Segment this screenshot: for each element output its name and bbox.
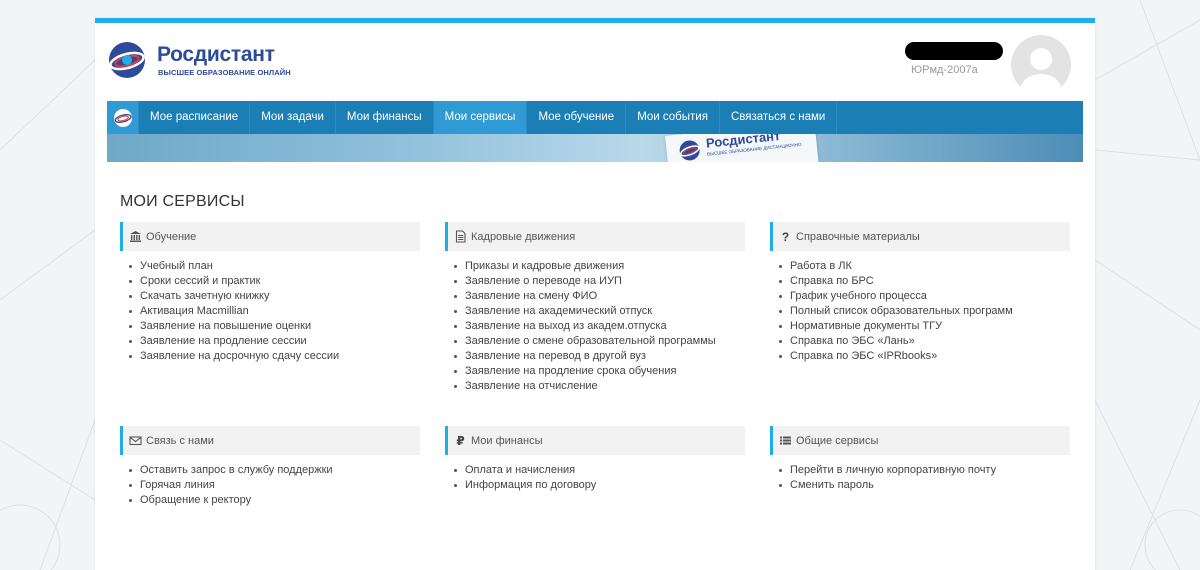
block-header: Связь с нами — [120, 426, 420, 455]
block-header: Кадровые движения — [445, 222, 745, 251]
main-navbar: Мое расписание Мои задачи Мои финансы Мо… — [107, 101, 1083, 134]
document-icon — [454, 230, 467, 243]
link-brs-help[interactable]: Справка по БРС — [779, 274, 1070, 289]
nav-tasks[interactable]: Мои задачи — [250, 101, 336, 134]
block-title: Общие сервисы — [796, 434, 879, 447]
banner-logo-icon — [679, 140, 700, 161]
nav-contact[interactable]: Связаться с нами — [720, 101, 838, 134]
list-icon — [779, 434, 792, 447]
envelope-icon — [129, 434, 142, 447]
link-lan-help[interactable]: Справка по ЭБС «Лань» — [779, 334, 1070, 349]
block-title: Мои финансы — [471, 434, 543, 447]
block-link-list: Оплата и начисления Информация по догово… — [445, 463, 745, 493]
block-personnel: Кадровые движения Приказы и кадровые дви… — [445, 222, 745, 394]
brand-logo[interactable]: Росдистант ВЫСШЕЕ ОБРАЗОВАНИЕ ОНЛАЙН — [107, 40, 307, 84]
user-group: ЮРмд-2007а — [911, 64, 978, 76]
block-link-list: Работа в ЛК Справка по БРС График учебно… — [770, 259, 1070, 364]
link-macmillian-activation[interactable]: Активация Macmillian — [129, 304, 420, 319]
block-header: Общие сервисы — [770, 426, 1070, 455]
link-study-plan[interactable]: Учебный план — [129, 259, 420, 274]
link-iup-transfer[interactable]: Заявление о переводе на ИУП — [454, 274, 745, 289]
link-corporate-mail[interactable]: Перейти в личную корпоративную почту — [779, 463, 1070, 478]
user-avatar-icon — [1021, 48, 1061, 95]
block-finances: ₽ Мои финансы Оплата и начисления Информ… — [445, 426, 745, 493]
block-header: Обучение — [120, 222, 420, 251]
block-title: Справочные материалы — [796, 230, 920, 243]
rosdistant-logo-icon — [109, 42, 145, 78]
link-lk-help[interactable]: Работа в ЛК — [779, 259, 1070, 274]
link-programs-list[interactable]: Полный список образовательных программ — [779, 304, 1070, 319]
nav-finances[interactable]: Мои финансы — [336, 101, 434, 134]
link-session-dates[interactable]: Сроки сессий и практик — [129, 274, 420, 289]
link-rector-appeal[interactable]: Обращение к ректору — [129, 493, 420, 508]
link-grade-increase[interactable]: Заявление на повышение оценки — [129, 319, 420, 334]
link-change-password[interactable]: Сменить пароль — [779, 478, 1070, 493]
block-header: ₽ Мои финансы — [445, 426, 745, 455]
user-avatar[interactable] — [1011, 35, 1071, 95]
block-general-services: Общие сервисы Перейти в личную корпорати… — [770, 426, 1070, 493]
block-title: Обучение — [146, 230, 197, 243]
ruble-icon: ₽ — [456, 433, 465, 448]
header-banner: Росдистант ВЫСШЕЕ ОБРАЗОВАНИЕ ДИСТАНЦИОН… — [107, 134, 1083, 162]
block-reference: ? Справочные материалы Работа в ЛК Справ… — [770, 222, 1070, 364]
question-icon: ? — [781, 229, 790, 244]
link-expulsion[interactable]: Заявление на отчисление — [454, 379, 745, 394]
link-return-from-leave[interactable]: Заявление на выход из академ.отпуска — [454, 319, 745, 334]
nav-schedule[interactable]: Мое расписание — [138, 101, 251, 134]
block-title: Кадровые движения — [471, 230, 576, 243]
page-container: Росдистант ВЫСШЕЕ ОБРАЗОВАНИЕ ОНЛАЙН ЮРм… — [95, 18, 1095, 570]
block-link-list: Перейти в личную корпоративную почту Сме… — [770, 463, 1070, 493]
block-link-list: Учебный план Сроки сессий и практик Скач… — [120, 259, 420, 364]
nav-events[interactable]: Мои события — [626, 101, 720, 134]
brand-name: Росдистант — [157, 43, 275, 66]
link-payments[interactable]: Оплата и начисления — [454, 463, 745, 478]
link-contract-info[interactable]: Информация по договору — [454, 478, 745, 493]
block-contact: Связь с нами Оставить запрос в службу по… — [120, 426, 420, 508]
banner-card: Росдистант ВЫСШЕЕ ОБРАЗОВАНИЕ ДИСТАНЦИОН… — [665, 134, 819, 162]
nav-services[interactable]: Мои сервисы — [433, 101, 528, 134]
link-name-change[interactable]: Заявление на смену ФИО — [454, 289, 745, 304]
link-tgu-documents[interactable]: Нормативные документы ТГУ — [779, 319, 1070, 334]
link-iprbooks-help[interactable]: Справка по ЭБС «IPRbooks» — [779, 349, 1070, 364]
home-logo-icon — [113, 108, 132, 127]
block-header: ? Справочные материалы — [770, 222, 1070, 251]
link-download-record-book[interactable]: Скачать зачетную книжку — [129, 289, 420, 304]
link-session-extension[interactable]: Заявление на продление сессии — [129, 334, 420, 349]
link-schedule-chart[interactable]: График учебного процесса — [779, 289, 1070, 304]
link-early-session[interactable]: Заявление на досрочную сдачу сессии — [129, 349, 420, 364]
page-title: МОИ СЕРВИСЫ — [120, 193, 245, 210]
link-transfer-university[interactable]: Заявление на перевод в другой вуз — [454, 349, 745, 364]
institution-icon — [129, 230, 142, 243]
block-link-list: Приказы и кадровые движения Заявление о … — [445, 259, 745, 394]
link-support-request[interactable]: Оставить запрос в службу поддержки — [129, 463, 420, 478]
link-study-extension[interactable]: Заявление на продление срока обучения — [454, 364, 745, 379]
link-academic-leave[interactable]: Заявление на академический отпуск — [454, 304, 745, 319]
link-program-change[interactable]: Заявление о смене образовательной програ… — [454, 334, 745, 349]
link-hotline[interactable]: Горячая линия — [129, 478, 420, 493]
block-link-list: Оставить запрос в службу поддержки Горяч… — [120, 463, 420, 508]
link-orders[interactable]: Приказы и кадровые движения — [454, 259, 745, 274]
nav-learning[interactable]: Мое обучение — [527, 101, 627, 134]
brand-tagline: ВЫСШЕЕ ОБРАЗОВАНИЕ ОНЛАЙН — [158, 68, 291, 77]
nav-home[interactable] — [107, 101, 138, 134]
redacted-username[interactable] — [905, 42, 1003, 60]
block-title: Связь с нами — [146, 434, 214, 447]
block-education: Обучение Учебный план Сроки сессий и пра… — [120, 222, 420, 364]
